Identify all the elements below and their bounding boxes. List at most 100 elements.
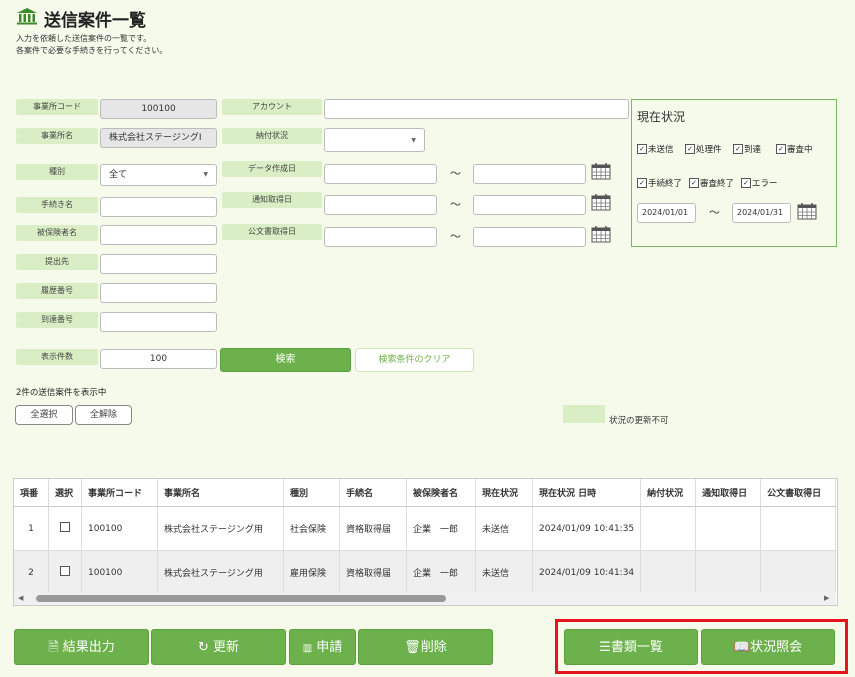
deselect-all-button[interactable]: 全解除: [75, 405, 132, 425]
calendar-icon[interactable]: [591, 193, 611, 211]
table-cell: 未送信: [475, 506, 533, 551]
checkbox-icon: ✓: [637, 144, 647, 154]
type-select-value: 全て: [109, 170, 128, 180]
chevron-down-icon: ▼: [411, 137, 416, 144]
created-date-to-input[interactable]: [473, 164, 586, 184]
table-cell: [760, 506, 837, 551]
created-date-from-input[interactable]: [324, 164, 437, 184]
checkbox-unsent[interactable]: ✓ 未送信: [637, 143, 674, 155]
delete-button[interactable]: 🗑削除: [358, 629, 493, 665]
table-row[interactable]: 2 100100 株式会社ステージング用 雇用保険 資格取得届 企業 一郎 未送…: [14, 550, 837, 595]
legend-text: 状況の更新不可: [609, 416, 669, 426]
display-count-label: 表示件数: [16, 349, 98, 365]
submit-to-input[interactable]: [100, 254, 217, 274]
table-row[interactable]: 1 100100 株式会社ステージング用 社会保険 資格取得届 企業 一郎 未送…: [14, 506, 837, 551]
office-code-input: 100100: [100, 99, 217, 119]
column-header: 現在状況 日時: [532, 479, 642, 507]
office-name-label: 事業所名: [16, 128, 98, 144]
apply-button[interactable]: ▥ 申請: [289, 629, 356, 665]
scrollbar-thumb[interactable]: [36, 595, 446, 602]
column-header: 公文書取得日: [760, 479, 837, 507]
table-cell: 企業 一郎: [406, 506, 476, 551]
procedure-input[interactable]: [100, 197, 217, 217]
table-cell: 企業 一郎: [406, 550, 476, 595]
table-cell: 株式会社ステージング用: [157, 550, 284, 595]
search-button[interactable]: 検索: [220, 348, 351, 372]
payment-status-label: 納付状況: [222, 128, 322, 144]
status-date-from-input[interactable]: 2024/01/01: [637, 203, 696, 223]
table-cell: 未送信: [475, 550, 533, 595]
table-cell: [760, 550, 837, 595]
checkbox-icon: ✓: [733, 144, 743, 154]
horizontal-scrollbar[interactable]: ◀ ▶: [14, 592, 836, 605]
account-label: アカウント: [222, 99, 322, 115]
refresh-button[interactable]: ↻ 更新: [151, 629, 286, 665]
status-date-to-input[interactable]: 2024/01/31: [732, 203, 791, 223]
notice-date-label: 通知取得日: [222, 192, 322, 208]
checkbox-reviewing[interactable]: ✓ 審査中: [776, 143, 813, 155]
scroll-left-icon[interactable]: ◀: [18, 594, 23, 602]
column-header: 通知取得日: [695, 479, 762, 507]
clear-search-button[interactable]: 検索条件のクリア: [355, 348, 474, 372]
status-date-tilde: ～: [709, 206, 720, 219]
column-header: 種別: [283, 479, 340, 507]
notice-date-to-input[interactable]: [473, 195, 586, 215]
refresh-icon: ↻: [197, 640, 209, 655]
table-cell: 100100: [81, 506, 158, 551]
table-cell: [695, 506, 762, 551]
created-date-label: データ作成日: [222, 161, 322, 177]
insured-label: 被保険者名: [16, 225, 98, 241]
checkbox-icon: ✓: [637, 178, 647, 188]
legend-swatch: [563, 405, 605, 423]
checkbox-error[interactable]: ✓ エラー: [741, 177, 778, 189]
public-doc-date-tilde: ～: [450, 230, 461, 243]
public-doc-date-label: 公文書取得日: [222, 224, 322, 240]
table-cell: 2024/01/09 10:41:35: [532, 506, 642, 551]
checkbox-arrived[interactable]: ✓ 到達: [733, 143, 761, 155]
scroll-right-icon[interactable]: ▶: [824, 594, 829, 602]
result-output-button[interactable]: 🗎 結果出力: [14, 629, 149, 665]
history-number-input[interactable]: [100, 283, 217, 303]
procedure-label: 手続き名: [16, 197, 98, 213]
table-cell: 株式会社ステージング用: [157, 506, 284, 551]
checkbox-processing[interactable]: ✓ 処理件: [685, 143, 722, 155]
display-count-input[interactable]: 100: [100, 349, 217, 369]
arrival-number-label: 到達番号: [16, 312, 98, 328]
table-cell: 2: [14, 550, 49, 595]
column-header: 事業所コード: [81, 479, 158, 507]
public-doc-date-from-input[interactable]: [324, 227, 437, 247]
insured-input[interactable]: [100, 225, 217, 245]
result-count-text: 2件の送信案件を表示中: [16, 388, 107, 398]
payment-status-select[interactable]: ▼: [324, 128, 425, 152]
checkbox-icon: ✓: [685, 144, 695, 154]
building-icon: [16, 7, 38, 30]
table-cell: 雇用保険: [283, 550, 340, 595]
row-select-checkbox[interactable]: [48, 506, 82, 551]
page-description-1: 入力を依頼した送信案件の一覧です。: [16, 34, 152, 43]
calendar-icon[interactable]: [591, 162, 611, 180]
arrival-number-input[interactable]: [100, 312, 217, 332]
checkbox-review-done[interactable]: ✓ 審査終了: [689, 177, 734, 189]
public-doc-date-to-input[interactable]: [473, 227, 586, 247]
office-name-input: 株式会社ステージングⅠ: [100, 128, 217, 148]
created-date-tilde: ～: [450, 167, 461, 180]
table-cell: 資格取得届: [339, 506, 407, 551]
page-title: 送信案件一覧: [16, 6, 146, 31]
table-cell: 2024/01/09 10:41:34: [532, 550, 642, 595]
calendar-icon[interactable]: [797, 202, 817, 220]
table-cell: 社会保険: [283, 506, 340, 551]
table-cell: [640, 506, 697, 551]
type-select[interactable]: 全て ▼: [100, 164, 217, 186]
row-select-checkbox[interactable]: [48, 550, 82, 595]
checkbox-icon: ✓: [689, 178, 699, 188]
column-header: 被保険者名: [406, 479, 476, 507]
results-table-container: 項番 選択 事業所コード 事業所名 種別 手続名 被保険者名 現在状況 現在状況…: [13, 478, 838, 606]
building-icon: ▥: [302, 643, 313, 654]
table-cell: [640, 550, 697, 595]
account-input[interactable]: [324, 99, 629, 119]
select-all-button[interactable]: 全選択: [15, 405, 73, 425]
notice-date-from-input[interactable]: [324, 195, 437, 215]
calendar-icon[interactable]: [591, 225, 611, 243]
checkbox-procedure-done[interactable]: ✓ 手続終了: [637, 177, 682, 189]
table-cell: 100100: [81, 550, 158, 595]
